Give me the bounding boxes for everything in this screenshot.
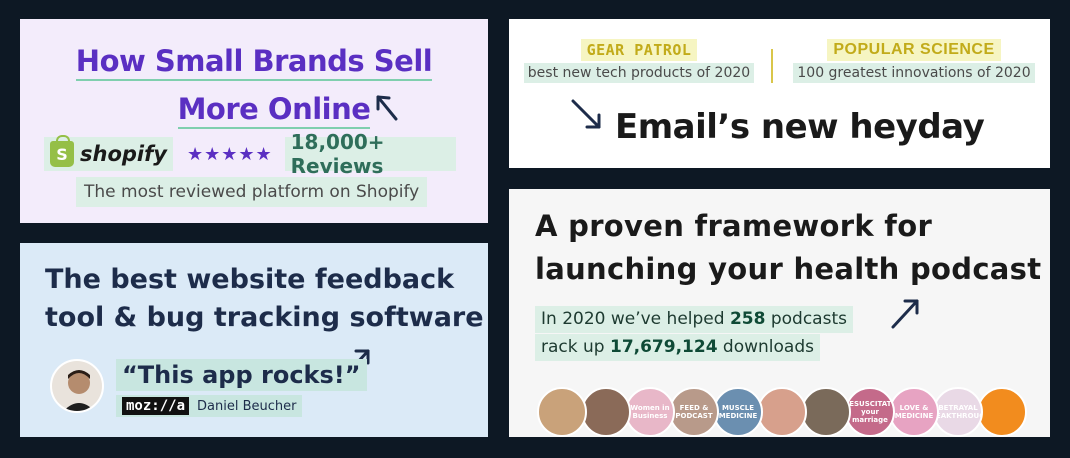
popular-science-mention: POPULAR SCIENCE 100 greatest innovations… bbox=[789, 39, 1039, 83]
podcast-cover: RESUSCITATE your marriage bbox=[845, 387, 895, 437]
arrow-icon bbox=[891, 299, 919, 329]
arrow-icon bbox=[571, 99, 601, 129]
title-line-1: How Small Brands Sell bbox=[75, 43, 433, 81]
mozilla-logo: moz://a bbox=[122, 397, 190, 415]
gear-patrol-desc: best new tech products of 2020 bbox=[523, 63, 755, 83]
press-card: GEAR PATROL best new tech products of 20… bbox=[509, 19, 1050, 168]
podcast-cover bbox=[977, 387, 1027, 437]
stat-number: 17,679,124 bbox=[609, 337, 718, 357]
rating-row: S shopify ★★★★★ 18,000+ Reviews bbox=[44, 130, 456, 178]
popular-science-logo: POPULAR SCIENCE bbox=[827, 39, 1001, 61]
podcast-cover: FEED & PODCAST bbox=[669, 387, 719, 437]
stat-number: 258 bbox=[729, 309, 766, 329]
stat-text: In 2020 we’ve helped bbox=[541, 309, 730, 329]
title-line-2: More Online bbox=[177, 91, 371, 129]
podcast-cover: LOVE & MEDICINE bbox=[889, 387, 939, 437]
card-title: The best website feedback tool & bug tra… bbox=[45, 261, 484, 337]
shopify-card: How Small Brands Sell More Online S shop… bbox=[20, 19, 488, 223]
title-line-2: launching your health podcast bbox=[535, 252, 1042, 286]
title-line-2: tool & bug tracking software bbox=[45, 302, 484, 333]
feedback-card: The best website feedback tool & bug tra… bbox=[20, 243, 488, 437]
testimonial-quote: “This app rocks!” bbox=[116, 359, 367, 391]
arrow-icon bbox=[376, 95, 398, 121]
shopify-wordmark: shopify bbox=[80, 142, 167, 166]
podcast-cover: MUSCLE MEDICINE bbox=[713, 387, 763, 437]
divider bbox=[771, 49, 773, 83]
stat-text: rack up bbox=[541, 337, 610, 357]
avatar bbox=[50, 359, 104, 413]
podcast-card: A proven framework for launching your he… bbox=[509, 189, 1050, 437]
podcast-cover bbox=[801, 387, 851, 437]
podcast-cover bbox=[537, 387, 587, 437]
headline: Email’s new heyday bbox=[615, 107, 985, 147]
stat-text: downloads bbox=[717, 337, 814, 357]
gear-patrol-mention: GEAR PATROL best new tech products of 20… bbox=[519, 39, 759, 83]
title-line-1: The best website feedback bbox=[45, 264, 455, 295]
stat-downloads: rack up 17,679,124 downloads bbox=[535, 334, 820, 361]
podcast-cover: BETRAYAL BREAKTHROUGH bbox=[933, 387, 983, 437]
reviews-count: 18,000+ Reviews bbox=[284, 130, 456, 178]
podcast-cover bbox=[757, 387, 807, 437]
card-title: How Small Brands Sell More Online bbox=[20, 37, 488, 133]
testimonial-author: moz://a Daniel Beucher bbox=[116, 395, 303, 417]
star-rating: ★★★★★ bbox=[186, 143, 273, 165]
podcast-cover bbox=[581, 387, 631, 437]
stat-text: podcasts bbox=[765, 309, 847, 329]
stat-podcasts: In 2020 we’ve helped 258 podcasts bbox=[535, 306, 853, 333]
title-line-1: A proven framework for bbox=[535, 209, 933, 243]
shopify-badge: S shopify bbox=[44, 135, 173, 171]
podcast-cover: Women in Business bbox=[625, 387, 675, 437]
author-name: Daniel Beucher bbox=[197, 398, 297, 414]
popular-science-desc: 100 greatest innovations of 2020 bbox=[793, 63, 1035, 83]
gear-patrol-logo: GEAR PATROL bbox=[580, 39, 698, 61]
shopify-bag-icon: S bbox=[50, 135, 74, 167]
card-title: A proven framework for launching your he… bbox=[535, 205, 1041, 291]
card-subtitle: The most reviewed platform on Shopify bbox=[76, 177, 428, 207]
